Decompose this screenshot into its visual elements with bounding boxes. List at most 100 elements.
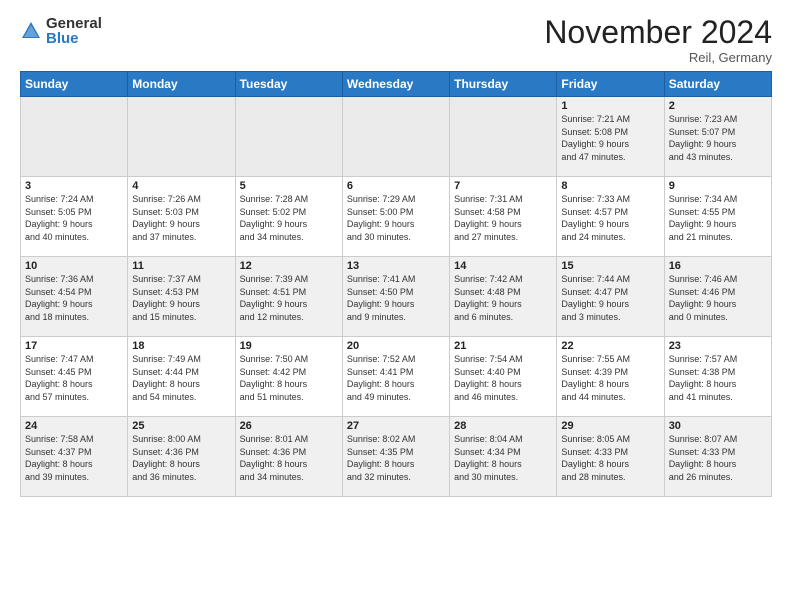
day-number: 27 — [347, 420, 445, 432]
logo-icon — [20, 20, 42, 42]
day-number: 16 — [669, 260, 767, 272]
calendar-cell: 13 Sunrise: 7:41 AM Sunset: 4:50 PM Dayli… — [342, 257, 449, 337]
day-info: Sunrise: 8:04 AM Sunset: 4:34 PM Dayligh… — [454, 434, 523, 482]
calendar-week-5: 24 Sunrise: 7:58 AM Sunset: 4:37 PM Dayli… — [21, 417, 772, 497]
day-number: 1 — [561, 100, 659, 112]
day-number: 18 — [132, 340, 230, 352]
logo-text: General Blue — [46, 16, 102, 46]
day-number: 28 — [454, 420, 552, 432]
day-number: 5 — [240, 180, 338, 192]
day-info: Sunrise: 7:39 AM Sunset: 4:51 PM Dayligh… — [240, 274, 309, 322]
weekday-header-friday: Friday — [557, 72, 664, 97]
calendar-body: 1 Sunrise: 7:21 AM Sunset: 5:08 PM Daylig… — [21, 97, 772, 497]
calendar-cell: 3 Sunrise: 7:24 AM Sunset: 5:05 PM Daylig… — [21, 177, 128, 257]
day-info: Sunrise: 7:29 AM Sunset: 5:00 PM Dayligh… — [347, 194, 416, 242]
calendar-cell: 23 Sunrise: 7:57 AM Sunset: 4:38 PM Dayli… — [664, 337, 771, 417]
calendar-cell: 18Sunrise: 7:49 AM Sunset: 4:44 PM Dayli… — [128, 337, 235, 417]
location: Reil, Germany — [544, 50, 772, 65]
logo-blue: Blue — [46, 31, 102, 46]
calendar-cell: 29 Sunrise: 8:05 AM Sunset: 4:33 PM Dayli… — [557, 417, 664, 497]
day-number: 29 — [561, 420, 659, 432]
day-info: Sunrise: 8:02 AM Sunset: 4:35 PM Dayligh… — [347, 434, 416, 482]
day-info: Sunrise: 7:41 AM Sunset: 4:50 PM Dayligh… — [347, 274, 416, 322]
day-number: 17 — [25, 340, 123, 352]
calendar-week-4: 17 Sunrise: 7:47 AM Sunset: 4:45 PM Dayli… — [21, 337, 772, 417]
day-number: 26 — [240, 420, 338, 432]
day-number: 21 — [454, 340, 552, 352]
weekday-header-thursday: Thursday — [450, 72, 557, 97]
calendar-cell: 9Sunrise: 7:34 AM Sunset: 4:55 PM Daylig… — [664, 177, 771, 257]
day-number: 22 — [561, 340, 659, 352]
day-number: 13 — [347, 260, 445, 272]
calendar-cell: 30 Sunrise: 8:07 AM Sunset: 4:33 PM Dayli… — [664, 417, 771, 497]
calendar-header: SundayMondayTuesdayWednesdayThursdayFrid… — [21, 72, 772, 97]
weekday-header-monday: Monday — [128, 72, 235, 97]
day-number: 6 — [347, 180, 445, 192]
calendar-cell — [342, 97, 449, 177]
calendar-cell: 11Sunrise: 7:37 AM Sunset: 4:53 PM Dayli… — [128, 257, 235, 337]
day-info: Sunrise: 8:05 AM Sunset: 4:33 PM Dayligh… — [561, 434, 630, 482]
day-info: Sunrise: 7:28 AM Sunset: 5:02 PM Dayligh… — [240, 194, 309, 242]
day-number: 7 — [454, 180, 552, 192]
title-block: November 2024 Reil, Germany — [544, 16, 772, 65]
day-number: 11 — [132, 260, 230, 272]
calendar-cell — [450, 97, 557, 177]
calendar-cell: 16 Sunrise: 7:46 AM Sunset: 4:46 PM Dayli… — [664, 257, 771, 337]
calendar-cell: 8Sunrise: 7:33 AM Sunset: 4:57 PM Daylig… — [557, 177, 664, 257]
day-number: 23 — [669, 340, 767, 352]
day-number: 3 — [25, 180, 123, 192]
day-number: 30 — [669, 420, 767, 432]
day-info: Sunrise: 7:42 AM Sunset: 4:48 PM Dayligh… — [454, 274, 523, 322]
month-title: November 2024 — [544, 16, 772, 48]
day-info: Sunrise: 7:57 AM Sunset: 4:38 PM Dayligh… — [669, 354, 738, 402]
calendar-cell: 12 Sunrise: 7:39 AM Sunset: 4:51 PM Dayli… — [235, 257, 342, 337]
day-info: Sunrise: 7:58 AM Sunset: 4:37 PM Dayligh… — [25, 434, 94, 482]
day-info: Sunrise: 8:01 AM Sunset: 4:36 PM Dayligh… — [240, 434, 309, 482]
calendar-cell — [128, 97, 235, 177]
day-info: Sunrise: 7:26 AM Sunset: 5:03 PM Dayligh… — [132, 194, 201, 242]
day-number: 9 — [669, 180, 767, 192]
day-number: 15 — [561, 260, 659, 272]
calendar-week-1: 1 Sunrise: 7:21 AM Sunset: 5:08 PM Daylig… — [21, 97, 772, 177]
day-info: Sunrise: 7:33 AM Sunset: 4:57 PM Dayligh… — [561, 194, 630, 242]
day-number: 20 — [347, 340, 445, 352]
day-number: 25 — [132, 420, 230, 432]
calendar-week-3: 10 Sunrise: 7:36 AM Sunset: 4:54 PM Dayli… — [21, 257, 772, 337]
logo: General Blue — [20, 16, 102, 46]
day-number: 14 — [454, 260, 552, 272]
day-info: Sunrise: 7:24 AM Sunset: 5:05 PM Dayligh… — [25, 194, 94, 242]
calendar-cell: 2Sunrise: 7:23 AM Sunset: 5:07 PM Daylig… — [664, 97, 771, 177]
weekday-header-sunday: Sunday — [21, 72, 128, 97]
day-info: Sunrise: 7:52 AM Sunset: 4:41 PM Dayligh… — [347, 354, 416, 402]
calendar-cell: 25 Sunrise: 8:00 AM Sunset: 4:36 PM Dayli… — [128, 417, 235, 497]
calendar-week-2: 3 Sunrise: 7:24 AM Sunset: 5:05 PM Daylig… — [21, 177, 772, 257]
calendar-cell: 1 Sunrise: 7:21 AM Sunset: 5:08 PM Daylig… — [557, 97, 664, 177]
calendar-cell: 21Sunrise: 7:54 AM Sunset: 4:40 PM Dayli… — [450, 337, 557, 417]
day-info: Sunrise: 7:31 AM Sunset: 4:58 PM Dayligh… — [454, 194, 523, 242]
day-info: Sunrise: 7:21 AM Sunset: 5:08 PM Dayligh… — [561, 114, 630, 162]
calendar-cell: 22Sunrise: 7:55 AM Sunset: 4:39 PM Dayli… — [557, 337, 664, 417]
day-number: 10 — [25, 260, 123, 272]
day-info: Sunrise: 7:36 AM Sunset: 4:54 PM Dayligh… — [25, 274, 94, 322]
calendar-cell: 6 Sunrise: 7:29 AM Sunset: 5:00 PM Daylig… — [342, 177, 449, 257]
calendar-cell: 20 Sunrise: 7:52 AM Sunset: 4:41 PM Dayli… — [342, 337, 449, 417]
calendar-cell: 19 Sunrise: 7:50 AM Sunset: 4:42 PM Dayli… — [235, 337, 342, 417]
logo-general: General — [46, 16, 102, 31]
calendar-cell: 14 Sunrise: 7:42 AM Sunset: 4:48 PM Dayli… — [450, 257, 557, 337]
day-number: 24 — [25, 420, 123, 432]
page: General Blue November 2024 Reil, Germany… — [0, 0, 792, 612]
day-number: 12 — [240, 260, 338, 272]
calendar-cell: 10 Sunrise: 7:36 AM Sunset: 4:54 PM Dayli… — [21, 257, 128, 337]
calendar-cell: 26 Sunrise: 8:01 AM Sunset: 4:36 PM Dayli… — [235, 417, 342, 497]
day-info: Sunrise: 7:50 AM Sunset: 4:42 PM Dayligh… — [240, 354, 309, 402]
weekday-header-wednesday: Wednesday — [342, 72, 449, 97]
weekday-header-tuesday: Tuesday — [235, 72, 342, 97]
day-info: Sunrise: 7:47 AM Sunset: 4:45 PM Dayligh… — [25, 354, 94, 402]
day-number: 19 — [240, 340, 338, 352]
day-info: Sunrise: 8:00 AM Sunset: 4:36 PM Dayligh… — [132, 434, 201, 482]
day-info: Sunrise: 7:46 AM Sunset: 4:46 PM Dayligh… — [669, 274, 738, 322]
day-info: Sunrise: 8:07 AM Sunset: 4:33 PM Dayligh… — [669, 434, 738, 482]
calendar-cell: 24 Sunrise: 7:58 AM Sunset: 4:37 PM Dayli… — [21, 417, 128, 497]
calendar-cell: 28 Sunrise: 8:04 AM Sunset: 4:34 PM Dayli… — [450, 417, 557, 497]
calendar-cell — [21, 97, 128, 177]
